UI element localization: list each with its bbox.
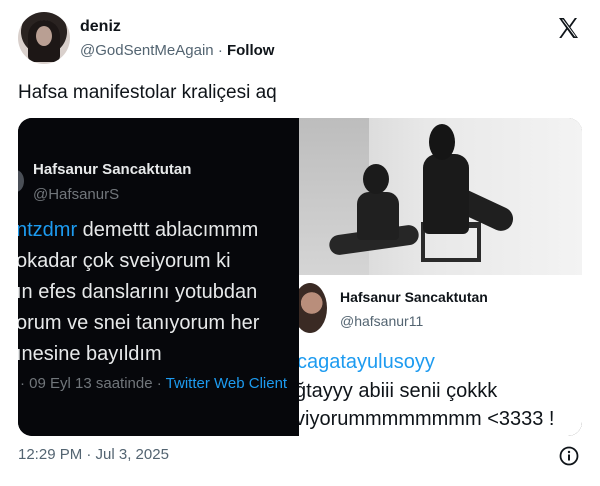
- tweet-header: deniz @GodSentMeAgain · Follow: [18, 12, 582, 68]
- right-body-line-1: ğtayyy abiii senii çokkk: [299, 380, 498, 402]
- left-body-line-3: ın efes danslarını yotubdan: [18, 281, 258, 303]
- left-body-line-2: okadar çok sveiyorum ki: [18, 250, 231, 272]
- media-image-left[interactable]: Hafsanur Sancaktutan @HafsanurS ntzdmr d…: [18, 118, 299, 436]
- media-image-right[interactable]: Hafsanur Sancaktutan @hafsanur11 cagatay…: [299, 118, 582, 436]
- right-body-line-2: viyorummmmmmmm <3333 !: [299, 408, 555, 430]
- left-tweet-meta: · 09 Eyl 13 saatinde · Twitter Web Clien…: [20, 375, 287, 392]
- author-handle-line: @GodSentMeAgain · Follow: [80, 42, 274, 59]
- avatar-face: [36, 26, 52, 46]
- author-handle[interactable]: @GodSentMeAgain: [80, 42, 214, 59]
- tweet-text: Hafsa manifestolar kraliçesi aq: [18, 82, 277, 103]
- right-photo: [299, 118, 582, 275]
- follow-button[interactable]: Follow: [227, 42, 275, 59]
- x-logo-icon[interactable]: [556, 16, 580, 40]
- left-body-line-1: ntzdmr demettt ablacımmm: [18, 215, 259, 246]
- tweet-media[interactable]: Hafsanur Sancaktutan @HafsanurS ntzdmr d…: [18, 118, 582, 436]
- left-mention: ntzdmr: [18, 219, 78, 241]
- photo-person-2-hair: [429, 124, 455, 160]
- left-author-handle: @HafsanurS: [33, 186, 120, 203]
- left-meta-source: Twitter Web Client: [165, 375, 288, 392]
- right-mention: cagatayulusoyy: [299, 351, 435, 373]
- left-body-line-4: orum ve snei tanıyorum her: [18, 312, 260, 334]
- photo-person-1: [357, 192, 399, 240]
- right-author-handle: @hafsanur11: [340, 313, 424, 329]
- left-meta-time: · 09 Eyl 13 saatinde ·: [20, 375, 166, 392]
- left-tweet-body: ntzdmr demettt ablacımmm okadar çok svei…: [18, 215, 259, 370]
- author-avatar[interactable]: [18, 12, 70, 64]
- author-name[interactable]: deniz: [80, 18, 121, 36]
- info-icon[interactable]: [559, 446, 579, 466]
- left-avatar: [18, 170, 24, 192]
- left-body-line-5: ınesine bayıldım: [18, 343, 162, 365]
- right-author-name: Hafsanur Sancaktutan: [340, 289, 488, 305]
- photo-person-2: [423, 154, 469, 234]
- handle-separator: ·: [217, 42, 223, 59]
- photo-person-1-hair: [363, 164, 389, 194]
- tweet-timestamp[interactable]: 12:29 PM · Jul 3, 2025: [18, 446, 169, 463]
- left-author-name: Hafsanur Sancaktutan: [33, 161, 192, 178]
- right-avatar: [299, 283, 327, 333]
- left-body-line-1-rest: demettt ablacımmm: [77, 219, 259, 241]
